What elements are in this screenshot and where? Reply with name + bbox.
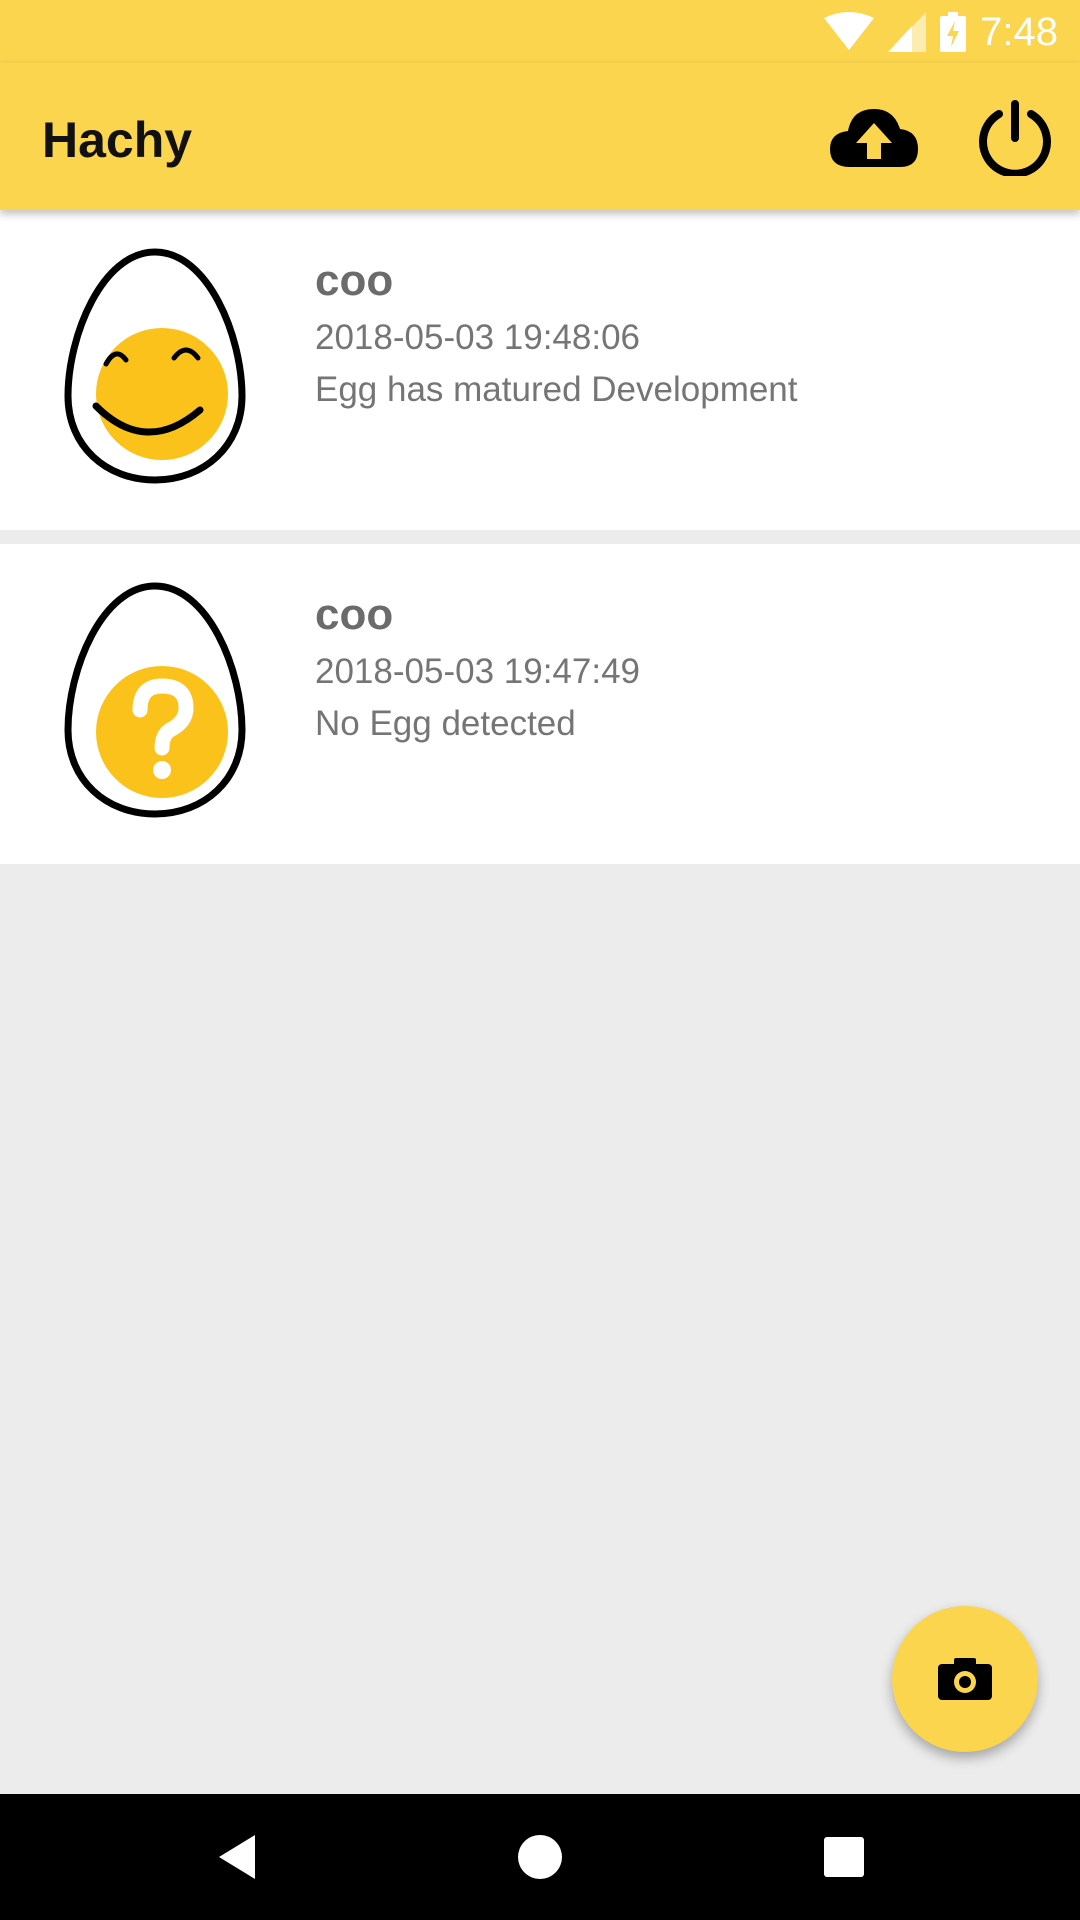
status-icons: 7:48	[824, 8, 1058, 56]
recents-icon	[824, 1837, 864, 1877]
home-button[interactable]	[507, 1824, 573, 1890]
back-icon	[219, 1835, 255, 1879]
upload-button[interactable]	[828, 99, 920, 175]
entry-status: Egg has matured Development	[315, 370, 798, 409]
entry-timestamp: 2018-05-03 19:48:06	[315, 318, 640, 357]
status-bar: 7:48	[0, 0, 1080, 63]
entry-list: coo 2018-05-03 19:48:06 Egg has matured …	[0, 210, 1080, 878]
home-icon	[518, 1835, 562, 1879]
entry-name: coo	[315, 590, 394, 639]
navigation-bar	[0, 1794, 1080, 1920]
list-item[interactable]: coo 2018-05-03 19:47:49 No Egg detected	[0, 544, 1080, 864]
camera-icon	[938, 1658, 992, 1700]
app-title: Hachy	[42, 112, 193, 168]
egg-question-icon	[64, 582, 246, 818]
status-time: 7:48	[980, 9, 1058, 54]
power-button[interactable]	[972, 95, 1058, 181]
entry-timestamp: 2018-05-03 19:47:49	[315, 652, 640, 691]
egg-smile-icon	[64, 248, 246, 484]
power-icon	[979, 100, 1051, 176]
back-button[interactable]	[204, 1824, 270, 1890]
battery-charging-icon	[940, 12, 967, 52]
entry-status: No Egg detected	[315, 704, 576, 743]
recents-button[interactable]	[811, 1824, 877, 1890]
list-item[interactable]: coo 2018-05-03 19:48:06 Egg has matured …	[0, 210, 1080, 530]
camera-fab-button[interactable]	[892, 1606, 1038, 1752]
entry-name: coo	[315, 256, 394, 305]
cloud-upload-icon	[830, 109, 918, 167]
app-bar: Hachy	[0, 63, 1080, 210]
signal-icon	[888, 12, 927, 52]
wifi-icon	[824, 12, 875, 50]
